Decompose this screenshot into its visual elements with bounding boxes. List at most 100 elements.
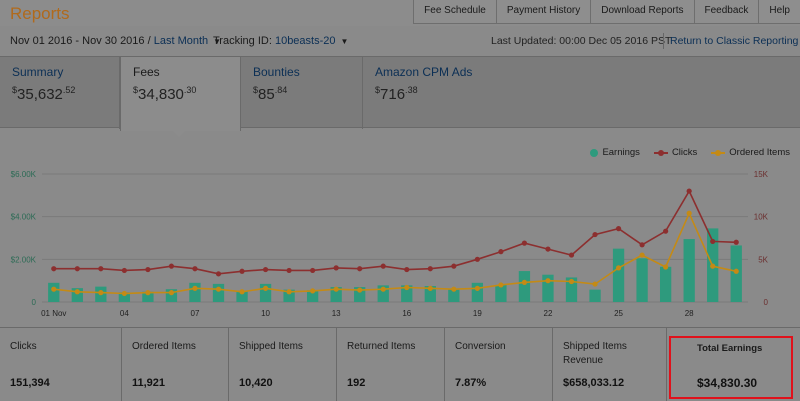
- x-tick-label: 16: [402, 309, 411, 318]
- classic-reporting-link[interactable]: Return to Classic Reporting: [670, 35, 798, 47]
- earnings-bar: [612, 248, 625, 302]
- ordered-items-point: [498, 282, 504, 288]
- metric-value: 7.87%: [455, 377, 487, 389]
- earnings-chart: 0 $2.00K $4.00K $6.00K 0 5K 10K 15K 01 Nov 04 07 10…: [0, 140, 800, 326]
- tab-amazon-cpm-ads[interactable]: Amazon CPM Ads $716.38: [363, 57, 493, 129]
- ordered-items-point: [239, 289, 245, 295]
- metric-label: Conversion: [455, 341, 506, 352]
- earnings-bar: [659, 266, 672, 302]
- tab-value: $34,830.30: [133, 85, 197, 103]
- x-tick-label: 13: [332, 309, 341, 318]
- metric-shipped-items-revenue: Shipped Items Revenue $658,033.12: [553, 328, 667, 401]
- y-right-tick-label: 15K: [754, 170, 769, 179]
- nav-download-reports[interactable]: Download Reports: [590, 0, 694, 24]
- date-range-selector[interactable]: Nov 01 2016 - Nov 30 2016 / Last Month ▼: [10, 35, 221, 47]
- metric-label: Ordered Items: [132, 341, 196, 352]
- clicks-point: [686, 188, 692, 194]
- clicks-point: [215, 271, 222, 277]
- nav-help[interactable]: Help: [758, 0, 800, 24]
- clicks-point: [51, 266, 57, 272]
- ordered-items-point: [545, 278, 551, 284]
- tab-summary[interactable]: Summary $35,632.52: [0, 57, 120, 129]
- x-tick-label: 01 Nov: [41, 309, 66, 318]
- ordered-items-point: [427, 285, 433, 291]
- metric-value: $658,033.12: [563, 377, 625, 389]
- ordered-items-point: [74, 289, 80, 295]
- chevron-down-icon[interactable]: ▼: [341, 37, 349, 46]
- nav-payment-history[interactable]: Payment History: [495, 0, 591, 24]
- ordered-items-point: [357, 287, 363, 293]
- x-tick-label: 19: [473, 309, 482, 318]
- earnings-bar: [189, 282, 201, 302]
- clicks-point: [74, 266, 80, 272]
- metric-returned-items: Returned Items 192: [337, 328, 445, 401]
- clicks-point: [262, 266, 269, 273]
- ordered-items-point: [262, 285, 269, 291]
- metric-value: 10,420: [239, 377, 273, 389]
- tab-label: Amazon CPM Ads: [375, 65, 473, 79]
- y-right-tick-label: 0: [764, 298, 769, 307]
- clicks-point: [168, 263, 175, 269]
- ordered-items-point: [215, 286, 222, 292]
- tab-label: Summary: [12, 65, 64, 79]
- clicks-point: [521, 240, 528, 246]
- ordered-items-point: [615, 265, 622, 271]
- report-tabs: Summary $35,632.52 Fees $34,830.30 Bount…: [0, 56, 800, 131]
- tracking-id[interactable]: 10beasts-20: [275, 35, 336, 47]
- ordered-items-point: [333, 286, 339, 292]
- earnings-bar: [518, 271, 531, 302]
- clicks-point: [592, 231, 598, 238]
- clicks-point: [427, 266, 433, 272]
- clicks-point: [286, 267, 292, 274]
- tracking-id-selector[interactable]: Tracking ID: 10beasts-20 ▼: [213, 35, 348, 47]
- clicks-point: [333, 265, 339, 271]
- clicks-point: [404, 266, 410, 273]
- active-tab-pointer: [170, 128, 188, 137]
- clicks-point: [568, 252, 575, 258]
- ordered-items-point: [145, 290, 151, 296]
- clicks-point: [357, 266, 363, 272]
- clicks-point: [380, 263, 386, 269]
- earnings-bar: [636, 258, 648, 302]
- clicks-point: [121, 267, 127, 274]
- clicks-line: [53, 189, 737, 275]
- ordered-items-point: [192, 285, 198, 291]
- ordered-items-point: [98, 290, 104, 296]
- ordered-items-line: [53, 211, 737, 295]
- clicks-point: [451, 263, 457, 269]
- y-left-tick-label: $2.00K: [11, 255, 37, 264]
- metric-label: Shipped Items: [239, 341, 303, 352]
- ordered-items-point: [474, 285, 480, 291]
- earnings-bar: [212, 283, 225, 302]
- ordered-items-point: [451, 286, 457, 292]
- tab-value: $35,632.52: [12, 85, 76, 103]
- nav-fee-schedule[interactable]: Fee Schedule: [413, 0, 496, 24]
- tab-bounties[interactable]: Bounties $85.84: [241, 57, 363, 129]
- tab-fees[interactable]: Fees $34,830.30: [120, 57, 241, 131]
- metric-label: Shipped Items Revenue: [563, 341, 627, 366]
- clicks-point: [498, 249, 504, 255]
- clicks-point: [733, 239, 739, 245]
- metric-ordered-items: Ordered Items 11,921: [122, 328, 229, 401]
- top-nav: Fee Schedule Payment History Download Re…: [413, 0, 800, 24]
- metrics-row: Clicks 151,394 Ordered Items 11,921 Ship…: [0, 327, 800, 401]
- metric-clicks: Clicks 151,394: [0, 328, 122, 401]
- nav-feedback[interactable]: Feedback: [693, 0, 759, 24]
- date-preset[interactable]: Last Month: [154, 35, 208, 47]
- ordered-items-point: [380, 286, 386, 292]
- top-bar: Reports Fee Schedule Payment History Dow…: [0, 0, 800, 26]
- clicks-point: [615, 226, 622, 232]
- ordered-items-point: [286, 289, 292, 295]
- y-right-tick-label: 5K: [758, 255, 768, 264]
- x-tick-label: 25: [614, 309, 623, 318]
- clicks-point: [192, 266, 198, 272]
- date-range: Nov 01 2016 - Nov 30 2016 /: [10, 35, 151, 47]
- ordered-items-point: [710, 263, 716, 269]
- tab-value: $85.84: [253, 85, 288, 103]
- x-tick-label: 28: [685, 309, 694, 318]
- clicks-point: [145, 266, 151, 273]
- metric-label: Total Earnings: [697, 343, 763, 354]
- last-updated: Last Updated: 00:00 Dec 05 2016 PST: [491, 35, 672, 47]
- tab-label: Fees: [133, 65, 160, 79]
- ordered-items-point: [521, 279, 528, 285]
